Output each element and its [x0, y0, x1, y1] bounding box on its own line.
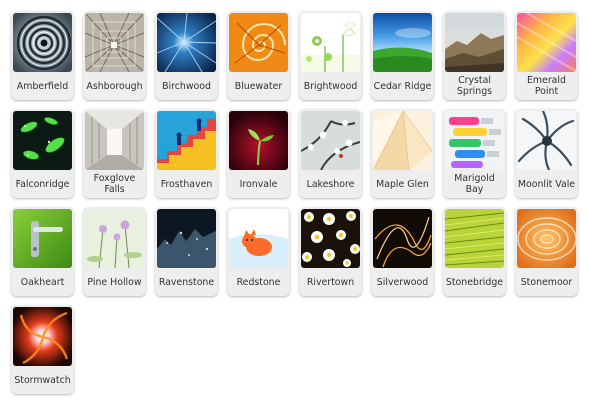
theme-tile[interactable]: Ironvale — [227, 109, 290, 198]
theme-tile[interactable]: Falconridge — [11, 109, 74, 198]
theme-label: Oakheart — [20, 276, 65, 288]
theme-tile[interactable]: Foxglove Falls — [83, 109, 146, 198]
theme-label: Ashborough — [86, 80, 143, 92]
theme-grid: Amberfield Ashborough Birchwood Bluewate… — [11, 11, 579, 394]
theme-tile[interactable]: Brightwood — [299, 11, 362, 100]
colored-pencils-image — [517, 13, 576, 72]
theme-label: Foxglove Falls — [93, 173, 136, 195]
theme-tile[interactable]: Stonemoor — [515, 207, 578, 296]
theme-tile[interactable]: Ashborough — [83, 11, 146, 100]
theme-label: Maple Glen — [376, 178, 429, 190]
theme-tile[interactable]: Stonebridge — [443, 207, 506, 296]
theme-tile[interactable]: Amberfield — [11, 11, 74, 100]
theme-label: Silverwood — [376, 276, 429, 288]
theme-label: Lakeshore — [306, 178, 355, 190]
theme-label: Birchwood — [162, 80, 211, 92]
daisy-pattern-image — [301, 209, 360, 268]
theme-tile[interactable]: Maple Glen — [371, 109, 434, 198]
theme-tile[interactable]: Crystal Springs — [443, 11, 506, 100]
orange-cat-image — [229, 209, 288, 268]
tunnel-image — [85, 13, 144, 72]
green-grass-texture-image — [445, 209, 504, 268]
theme-label: Frosthaven — [160, 178, 213, 190]
green-field-image — [373, 13, 432, 72]
theme-tile[interactable]: Bluewater — [227, 11, 290, 100]
theme-label: Bluewater — [234, 80, 283, 92]
paper-folds-image — [373, 111, 432, 170]
rocky-landscape-image — [445, 13, 504, 72]
theme-tile[interactable]: Emerald Point — [515, 11, 578, 100]
theme-label: Stonebridge — [445, 276, 504, 288]
paint-tubes-image — [445, 111, 504, 170]
theme-label: Crystal Springs — [456, 75, 493, 97]
theme-label: Ironvale — [239, 178, 278, 190]
green-bugs-image — [13, 111, 72, 170]
theme-tile[interactable]: Marigold Bay — [443, 109, 506, 198]
light-rays-image — [157, 13, 216, 72]
theme-tile[interactable]: Oakheart — [11, 207, 74, 296]
theme-tile[interactable]: Cedar Ridge — [371, 11, 434, 100]
theme-tile[interactable]: Birchwood — [155, 11, 218, 100]
metal-tendrils-image — [517, 111, 576, 170]
corridor-image — [85, 111, 144, 170]
theme-label: Redstone — [236, 276, 281, 288]
theme-tile[interactable]: Frosthaven — [155, 109, 218, 198]
theme-label: Pine Hollow — [87, 276, 142, 288]
nautilus-shell-image — [229, 13, 288, 72]
theme-tile[interactable]: Rivertown — [299, 207, 362, 296]
theme-label: Ravenstone — [158, 276, 215, 288]
theme-label: Stonemoor — [520, 276, 573, 288]
theme-tile[interactable]: Stormwatch — [11, 305, 74, 394]
door-handle-image — [13, 209, 72, 268]
theme-tile[interactable]: Redstone — [227, 207, 290, 296]
frosted-branches-image — [301, 111, 360, 170]
theme-tile[interactable]: Pine Hollow — [83, 207, 146, 296]
theme-label: Falconridge — [15, 178, 70, 190]
theme-tile[interactable]: Silverwood — [371, 207, 434, 296]
wildflowers-image — [85, 209, 144, 268]
concentric-rings-image — [13, 13, 72, 72]
theme-label: Stormwatch — [14, 374, 71, 386]
orange-ripples-image — [517, 209, 576, 268]
theme-tile[interactable]: Moonlit Vale — [515, 109, 578, 198]
light-streaks-image — [373, 209, 432, 268]
theme-label: Marigold Bay — [454, 173, 495, 195]
theme-label: Rivertown — [306, 276, 355, 288]
staircase-climbers-image — [157, 111, 216, 170]
dark-texture-image — [157, 209, 216, 268]
theme-label: Cedar Ridge — [373, 80, 432, 92]
fire-swirl-image — [13, 307, 72, 366]
theme-picker-page: Amberfield Ashborough Birchwood Bluewate… — [0, 0, 590, 405]
theme-label: Amberfield — [16, 80, 69, 92]
white-flowers-image — [301, 13, 360, 72]
theme-label: Moonlit Vale — [517, 178, 576, 190]
theme-tile[interactable]: Lakeshore — [299, 109, 362, 198]
theme-tile[interactable]: Ravenstone — [155, 207, 218, 296]
sprout-image — [229, 111, 288, 170]
theme-label: Emerald Point — [527, 75, 566, 97]
theme-label: Brightwood — [303, 80, 358, 92]
